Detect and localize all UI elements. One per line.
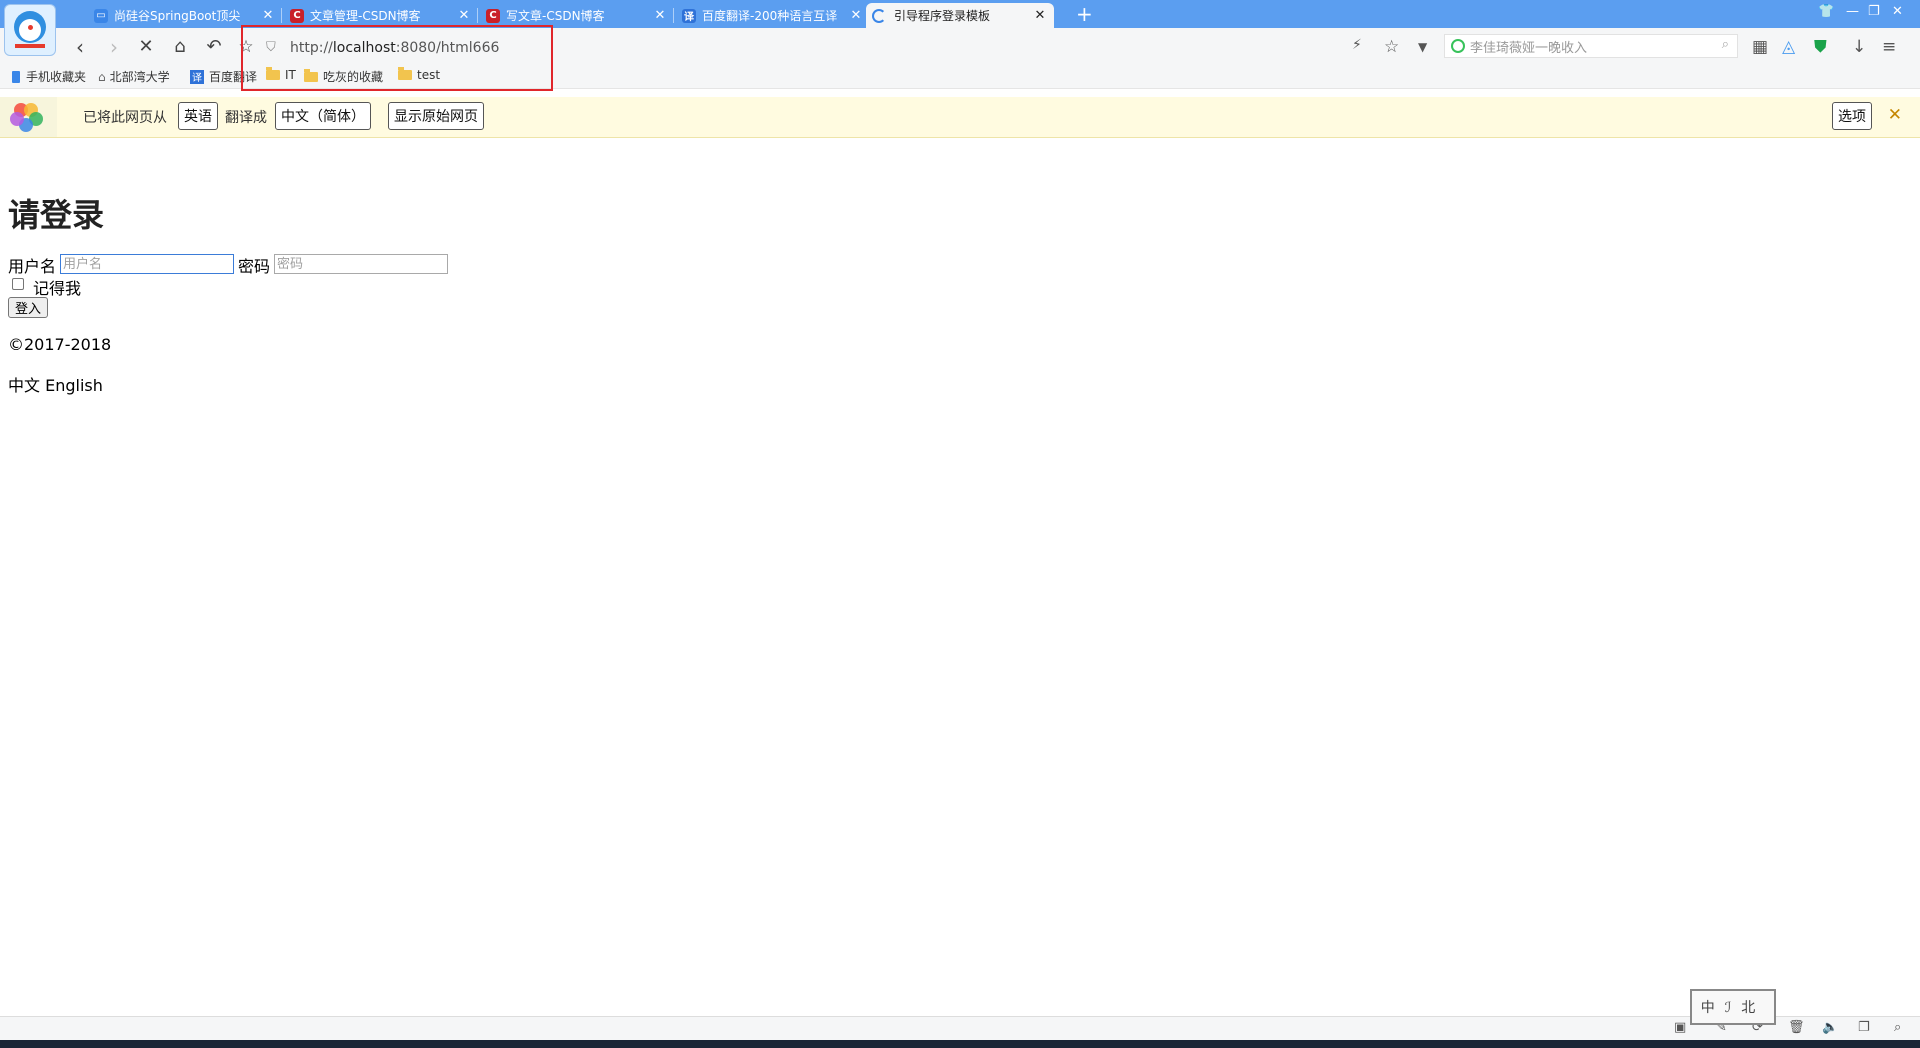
bookmark-bbgu[interactable]: ⌂ 北部湾大学 [98, 68, 170, 85]
page-title: 请登录 [8, 196, 105, 234]
close-icon[interactable]: ✕ [456, 8, 472, 23]
security-shield-icon[interactable]: ⛊ [1814, 37, 1827, 57]
tab-label: 引导程序登录模板 [894, 9, 991, 23]
tab-label: 百度翻译-200种语言互译 [702, 9, 838, 23]
zoom-icon[interactable]: ⌕ [1894, 1020, 1901, 1035]
status-bar: ▣ ✎ ⟳ 🗑 🔈 ❐ ⌕ [0, 1016, 1920, 1041]
translate-logo-icon [0, 97, 57, 137]
new-tab-button[interactable]: + [1076, 2, 1093, 26]
user-avatar[interactable] [4, 4, 56, 56]
ime-toolbar[interactable]: 中ℐ北 [1690, 989, 1776, 1025]
tab-strip: ▭ 尚硅谷SpringBoot顶尖 ✕ C 文章管理-CSDN博客 ✕ C 写文… [0, 0, 1920, 28]
search-engine-icon [1451, 39, 1465, 53]
skin-icon[interactable]: 👕 [1818, 4, 1834, 19]
translate-options-button[interactable]: 选项 [1832, 102, 1872, 130]
translate-bar: 已将此网页从 英语 翻译成 中文（简体） 显示原始网页 选项 ✕ [0, 97, 1920, 138]
close-icon[interactable]: ✕ [260, 8, 276, 23]
tv-icon: ▭ [94, 8, 108, 23]
tab-label: 写文章-CSDN博客 [506, 9, 605, 23]
search-input[interactable]: 李佳琦薇娅一晚收入 ⌕ [1444, 34, 1738, 58]
windows-taskbar [0, 1040, 1920, 1048]
restore-button[interactable]: ❐ [1868, 4, 1880, 19]
lang-en-link[interactable]: English [45, 376, 103, 395]
close-icon[interactable]: ✕ [652, 8, 668, 23]
copyright-text: ©2017-2018 [8, 335, 112, 354]
translate-middle-text: 翻译成 [225, 110, 267, 126]
lightning-icon[interactable]: ⚡ [1352, 37, 1362, 53]
image-icon[interactable]: ▣ [1674, 1020, 1686, 1035]
close-icon[interactable]: ✕ [1888, 105, 1902, 125]
stop-loading-button[interactable]: ✕ [134, 36, 158, 58]
forward-button[interactable]: › [102, 36, 126, 58]
password-label: 密码 [238, 257, 271, 276]
show-original-button[interactable]: 显示原始网页 [388, 102, 484, 130]
csdn-icon: C [486, 8, 500, 23]
translate-icon: 译 [682, 8, 696, 23]
undo-close-button[interactable]: ↶ [202, 36, 226, 58]
source-language-button[interactable]: 英语 [178, 102, 218, 130]
remember-me-checkbox[interactable] [12, 278, 24, 290]
bookmark-mobile[interactable]: 手机收藏夹 [12, 68, 86, 85]
window-icon[interactable]: ❐ [1858, 1020, 1870, 1035]
download-icon[interactable]: ↓ [1852, 37, 1866, 57]
phone-icon [12, 70, 20, 83]
home-icon: ⌂ [98, 69, 106, 84]
trash-icon[interactable]: 🗑 [1788, 1020, 1805, 1035]
login-button[interactable]: 登入 [8, 297, 49, 318]
tab-label: 文章管理-CSDN博客 [310, 9, 421, 23]
annotation-highlight-box [241, 25, 553, 91]
chevron-down-icon[interactable]: ▼ [1418, 40, 1427, 54]
username-label: 用户名 [8, 257, 57, 276]
close-icon[interactable]: ✕ [1032, 8, 1048, 23]
minimize-button[interactable]: — [1846, 4, 1859, 19]
translate-prefix-text: 已将此网页从 [83, 110, 167, 126]
back-button[interactable]: ‹ [68, 36, 92, 58]
close-icon[interactable]: ✕ [848, 8, 864, 23]
tab-label: 尚硅谷SpringBoot顶尖 [114, 9, 241, 23]
password-input[interactable] [274, 254, 448, 274]
bookmark-star-icon[interactable]: ☆ [1384, 37, 1399, 57]
close-window-button[interactable]: ✕ [1892, 4, 1903, 19]
search-icon[interactable]: ⌕ [1722, 37, 1729, 52]
tab-baidu-translate[interactable]: 译 百度翻译-200种语言互译 ✕ [676, 3, 870, 28]
translate-icon: 译 [190, 69, 204, 84]
lang-zh-link[interactable]: 中文 [8, 376, 40, 395]
language-switcher: 中文 English [8, 372, 103, 396]
volume-icon[interactable]: 🔈 [1822, 1020, 1838, 1035]
csdn-icon: C [290, 8, 304, 23]
target-language-button[interactable]: 中文（简体） [275, 102, 371, 130]
loading-spinner-icon [872, 8, 886, 23]
home-button[interactable]: ⌂ [168, 36, 192, 58]
app-store-icon[interactable]: ◬ [1782, 37, 1795, 57]
apps-grid-icon[interactable]: ▦ [1752, 37, 1768, 57]
tab-login-template[interactable]: 引导程序登录模板 ✕ [866, 3, 1054, 28]
remember-me-label: 记得我 [33, 279, 82, 298]
username-input[interactable] [60, 254, 234, 274]
menu-icon[interactable]: ≡ [1882, 37, 1896, 57]
